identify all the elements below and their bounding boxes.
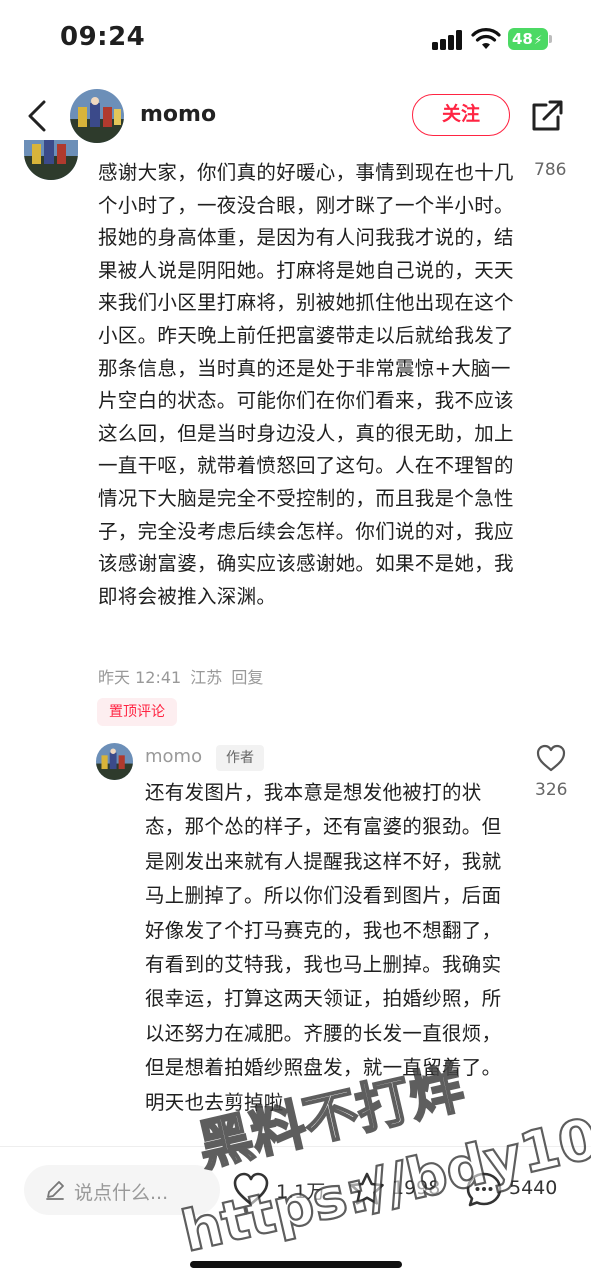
collect-button[interactable]: 1998 — [348, 1171, 448, 1211]
comment-location: 江苏 — [190, 668, 223, 687]
battery-icon: 48⚡ — [508, 28, 548, 50]
heart-icon[interactable] — [536, 744, 566, 772]
heart-outline-icon — [233, 1172, 269, 1206]
cellular-signal-icon — [432, 30, 464, 50]
comment-avatar[interactable] — [24, 140, 78, 180]
comment-like-count[interactable]: 786 — [534, 160, 566, 180]
status-time: 09:24 — [60, 22, 146, 52]
wifi-icon — [471, 28, 501, 49]
comment-bubble-icon — [466, 1172, 502, 1207]
like-button[interactable]: 1.1万 — [232, 1171, 332, 1211]
bottom-action-bar: 说点什么... 1.1万 1998 5440 — [0, 1146, 591, 1280]
like-count: 1.1万 — [276, 1181, 326, 1203]
reply-author[interactable]: momo — [145, 746, 202, 767]
comment-button[interactable]: 5440 — [465, 1171, 565, 1211]
comment-count: 5440 — [509, 1177, 558, 1199]
author-tag: 作者 — [216, 745, 264, 771]
back-arrow-icon[interactable] — [22, 96, 54, 136]
battery-level: 48 — [512, 30, 533, 48]
pinned-badge: 置顶评论 — [97, 698, 177, 726]
battery-cap — [549, 35, 552, 43]
comment-input[interactable]: 说点什么... — [24, 1165, 220, 1215]
header: momo 关注 — [0, 80, 591, 152]
comment-meta: 昨天 12:41 江苏 回复 — [98, 664, 267, 688]
pencil-icon — [46, 1181, 64, 1200]
status-bar: 09:24 48⚡ — [0, 0, 591, 80]
avatar[interactable] — [70, 89, 124, 143]
header-username[interactable]: momo — [140, 102, 216, 127]
reply-text: 还有发图片，我本意是想发他被打的状态，那个怂的样子，还有富婆的狠劲。但是刚发出来… — [145, 781, 502, 1114]
comment-time: 昨天 12:41 — [98, 668, 182, 687]
reply-avatar[interactable] — [96, 743, 133, 780]
follow-button[interactable]: 关注 — [412, 94, 510, 136]
comment-text: 感谢大家，你们真的好暖心，事情到现在也十几个小时了，一夜没合眼，刚才眯了一个半小… — [98, 161, 514, 608]
home-indicator — [190, 1261, 402, 1268]
input-placeholder: 说点什么... — [74, 1182, 169, 1204]
collect-count: 1998 — [392, 1177, 441, 1199]
star-outline-icon — [350, 1172, 384, 1205]
reply-button[interactable]: 回复 — [231, 668, 263, 687]
share-icon[interactable] — [528, 97, 566, 135]
reply-like-count: 326 — [535, 780, 568, 800]
